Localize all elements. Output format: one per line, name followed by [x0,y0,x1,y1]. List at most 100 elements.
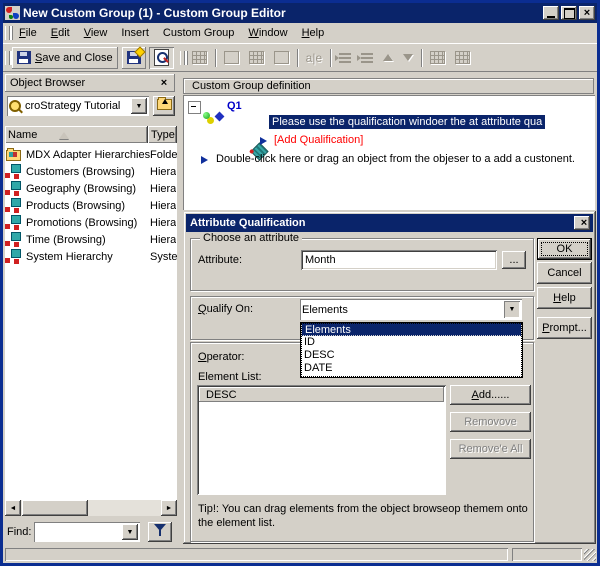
list-item[interactable]: Time (Browsing) Hiera [5,231,177,248]
row-type: Syste [150,250,177,263]
qualify-on-value: Elements [302,303,348,316]
menu-custom-group[interactable]: Custom Group [156,25,242,41]
object-browser-close-button[interactable]: × [156,76,172,90]
element-listbox[interactable]: DESC [197,385,446,495]
element-list-column-header[interactable]: DESC [199,387,444,402]
menu-insert[interactable]: Insert [114,25,156,41]
hierarchy-icon [5,215,22,230]
minimize-icon [547,16,555,18]
close-icon: × [160,77,168,89]
hierarchy-icon [5,232,22,247]
object-browser-list: MDX Adapter Hierarchies Folde Customers … [5,143,177,500]
save-and-close-button[interactable]: Save and Close [12,47,118,69]
prompt-button[interactable]: Prompt... [537,317,592,339]
list-item[interactable]: System Hierarchy Syste [5,248,177,265]
copy-icon [223,51,239,64]
menu-edit[interactable]: Edit [44,25,77,41]
project-combobox-value: croStrategy Tutorial [25,100,121,112]
menu-grip[interactable] [5,26,10,40]
project-dropdown-button[interactable]: ▼ [131,98,147,114]
hierarchy-icon [5,164,22,179]
operator-label: Operator: [198,351,245,363]
option-date[interactable]: DATE [301,362,522,375]
menu-help[interactable]: Help [295,25,332,41]
row-type: Hiera [150,233,177,246]
ok-label: OK [556,243,573,255]
row-type: Hiera [150,182,177,195]
browse-ellipsis-label: ... [509,254,519,266]
column-header-name[interactable]: Name [5,126,148,144]
dialog-close-button[interactable]: × [574,216,590,230]
attribute-label: Attribute: [198,254,243,266]
cancel-button[interactable]: Cancel [537,262,592,284]
title-bar[interactable]: New Custom Group (1) - Custom Group Edit… [3,3,597,23]
tree-item-q1[interactable]: Q1 [227,100,242,112]
scroll-left-button[interactable]: ◄ [5,500,21,516]
maximize-button[interactable] [561,6,577,20]
up-one-level-button[interactable] [153,96,175,116]
resize-grip[interactable] [584,549,596,561]
filter-button[interactable] [148,522,172,542]
scroll-right-button[interactable]: ► [161,500,177,516]
help-button[interactable]: Help [537,287,592,309]
menu-view[interactable]: View [77,25,115,41]
status-pane-main [5,548,508,561]
list-item[interactable]: MDX Adapter Hierarchies Folde [5,146,177,163]
rename-button: a|e [301,47,327,69]
find-label: Find: [7,526,32,538]
remove-all-button: Remove'e All [450,439,531,459]
option-desc[interactable]: DESC [301,349,522,362]
add-qualification-link[interactable]: [Add Qualification] [274,134,363,146]
row-name: Customers (Browsing) [26,165,135,178]
minimize-button[interactable] [543,6,559,20]
hierarchy-icon [5,181,22,196]
attribute-value: Month [305,254,336,266]
qualify-on-select[interactable]: Elements ▼ [300,299,522,320]
list-item[interactable]: Geography (Browsing) Hiera [5,180,177,197]
choose-attribute-legend: Choose an attribute [200,232,303,244]
tree-item-selected[interactable]: Please use the qualification windoer the… [269,115,546,129]
option-elements[interactable]: Elements [301,323,522,336]
search-icon [9,100,21,112]
column-header-type[interactable]: Type [148,126,177,144]
qualify-on-label: Qualify On: [198,303,254,315]
find-object-button[interactable] [148,46,174,69]
name-column-label: Name [8,129,38,141]
list-item[interactable]: Products (Browsing) Hiera [5,197,177,214]
option-id[interactable]: ID [301,336,522,349]
toolbar-separator [214,48,216,67]
indent-icon [335,52,352,63]
find-dropdown-button[interactable]: ▼ [122,524,138,540]
row-name: MDX Adapter Hierarchies [26,148,150,161]
qualify-on-dropdown-button[interactable]: ▼ [504,301,520,318]
horizontal-scrollbar[interactable]: ◄ ► [5,500,177,516]
project-combobox[interactable]: croStrategy Tutorial ▼ [7,96,149,116]
dialog-title-bar[interactable]: Attribute Qualification × [186,214,593,232]
attribute-field[interactable]: Month [301,250,497,270]
list-item[interactable]: Promotions (Browsing) Hiera [5,214,177,231]
scrollbar-thumb[interactable] [22,500,88,516]
object-browser-header: Object Browser × [5,74,175,92]
status-bar [3,547,597,563]
browse-button[interactable]: ... [502,251,526,269]
tree-hint-text[interactable]: Double-click here or drag an object from… [216,153,575,165]
toolbar-separator [330,48,332,67]
toolbar-grip-2[interactable] [179,50,185,65]
row-type: Hiera [150,165,177,178]
menu-file[interactable]: File [12,25,44,41]
toolbar-grip[interactable] [5,50,10,65]
close-button[interactable]: × [579,6,595,20]
list-item[interactable]: Customers (Browsing) Hiera [5,163,177,180]
collapse-minus-icon[interactable] [188,101,201,114]
chevron-down-icon: ▼ [135,102,143,110]
row-name: Geography (Browsing) [26,182,137,195]
save-as-button[interactable] [122,46,146,69]
ok-button[interactable]: OK [537,238,592,260]
menu-window[interactable]: Window [241,25,294,41]
hierarchy-view-button [425,47,450,69]
app-icon [5,6,20,20]
type-column-label: Type [151,129,175,141]
find-input[interactable]: ▼ [34,522,140,542]
qualify-on-open-list: Elements ID DESC DATE [300,322,523,378]
add-button[interactable]: Add...... [450,385,531,405]
